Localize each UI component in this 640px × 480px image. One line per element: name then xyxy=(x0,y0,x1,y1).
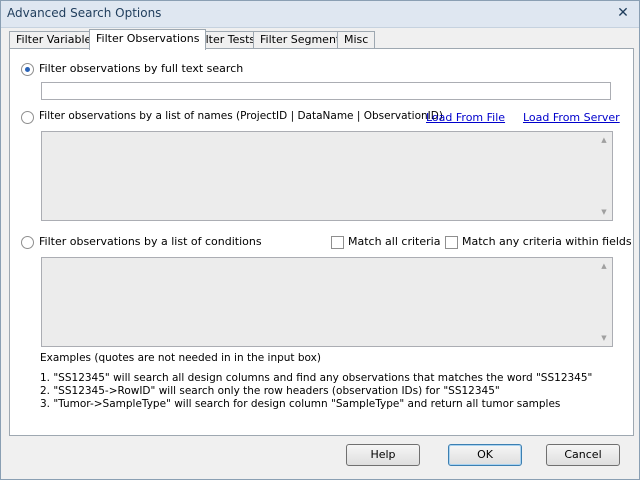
tab-misc[interactable]: Misc xyxy=(337,31,376,49)
load-from-server-link[interactable]: Load From Server xyxy=(523,111,620,124)
conditions-list-box[interactable]: ▲ ▼ xyxy=(41,257,613,347)
conditions-scrollbar[interactable]: ▲ ▼ xyxy=(596,258,612,346)
advanced-search-dialog: Advanced Search Options ✕ Filter Variabl… xyxy=(0,0,640,480)
title-bar: Advanced Search Options ✕ xyxy=(1,1,639,28)
close-icon[interactable]: ✕ xyxy=(615,5,631,21)
example-line: 3. "Tumor->SampleType" will search for d… xyxy=(40,398,561,410)
fulltext-search-input[interactable] xyxy=(41,82,611,100)
help-button[interactable]: Help xyxy=(346,444,420,466)
match-any-checkbox[interactable] xyxy=(445,236,458,249)
match-all-checkbox[interactable] xyxy=(331,236,344,249)
fulltext-radio[interactable] xyxy=(21,63,34,76)
scroll-down-icon[interactable]: ▼ xyxy=(596,204,612,220)
names-radio[interactable] xyxy=(21,111,34,124)
names-list-box[interactable]: ▲ ▼ xyxy=(41,131,613,221)
scroll-down-icon[interactable]: ▼ xyxy=(596,330,612,346)
examples-heading: Examples (quotes are not needed in in th… xyxy=(40,352,321,364)
examples-list: 1. "SS12345" will search all design colu… xyxy=(40,372,592,411)
scroll-up-icon[interactable]: ▲ xyxy=(596,258,612,274)
cancel-button[interactable]: Cancel xyxy=(546,444,620,466)
scroll-up-icon[interactable]: ▲ xyxy=(596,132,612,148)
load-from-file-link[interactable]: Load From File xyxy=(426,111,505,124)
example-line: 1. "SS12345" will search all design colu… xyxy=(40,372,593,384)
match-all-label: Match all criteria xyxy=(348,235,441,248)
match-any-label: Match any criteria within fields xyxy=(462,235,632,248)
window-title: Advanced Search Options xyxy=(7,6,162,20)
names-label: Filter observations by a list of names (… xyxy=(39,110,443,122)
conditions-radio[interactable] xyxy=(21,236,34,249)
names-scrollbar[interactable]: ▲ ▼ xyxy=(596,132,612,220)
conditions-label: Filter observations by a list of conditi… xyxy=(39,235,262,248)
example-line: 2. "SS12345->RowID" will search only the… xyxy=(40,385,500,397)
filter-observations-panel: Filter observations by full text search … xyxy=(9,48,634,436)
fulltext-label: Filter observations by full text search xyxy=(39,62,244,75)
ok-button[interactable]: OK xyxy=(448,444,522,466)
tab-filter-observations[interactable]: Filter Observations xyxy=(89,29,207,50)
